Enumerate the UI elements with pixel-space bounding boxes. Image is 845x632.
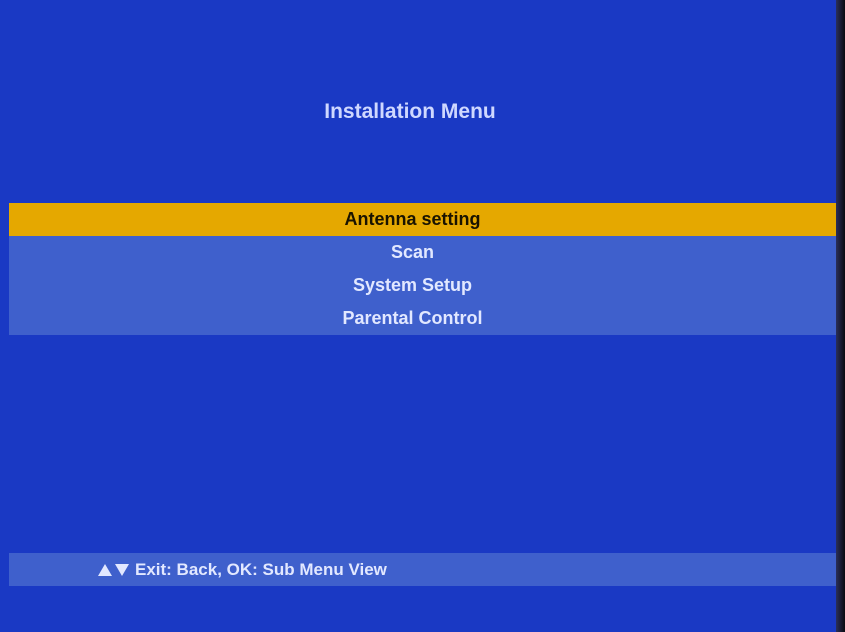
menu-item-parental-control[interactable]: Parental Control (9, 302, 836, 335)
installation-menu-list: Antenna setting Scan System Setup Parent… (9, 203, 836, 335)
screen-edge (836, 0, 845, 632)
menu-item-scan[interactable]: Scan (9, 236, 836, 269)
tv-screen: Installation Menu Antenna setting Scan S… (0, 0, 836, 632)
arrow-down-icon (115, 563, 129, 576)
menu-item-antenna-setting[interactable]: Antenna setting (9, 203, 836, 236)
status-hint-group: Exit: Back, OK: Sub Menu View (98, 553, 387, 586)
arrow-up-icon (98, 563, 112, 576)
menu-item-system-setup[interactable]: System Setup (9, 269, 836, 302)
status-hint-text: Exit: Back, OK: Sub Menu View (135, 560, 387, 579)
menu-title: Installation Menu (324, 100, 496, 123)
status-bar: Exit: Back, OK: Sub Menu View (9, 553, 836, 586)
